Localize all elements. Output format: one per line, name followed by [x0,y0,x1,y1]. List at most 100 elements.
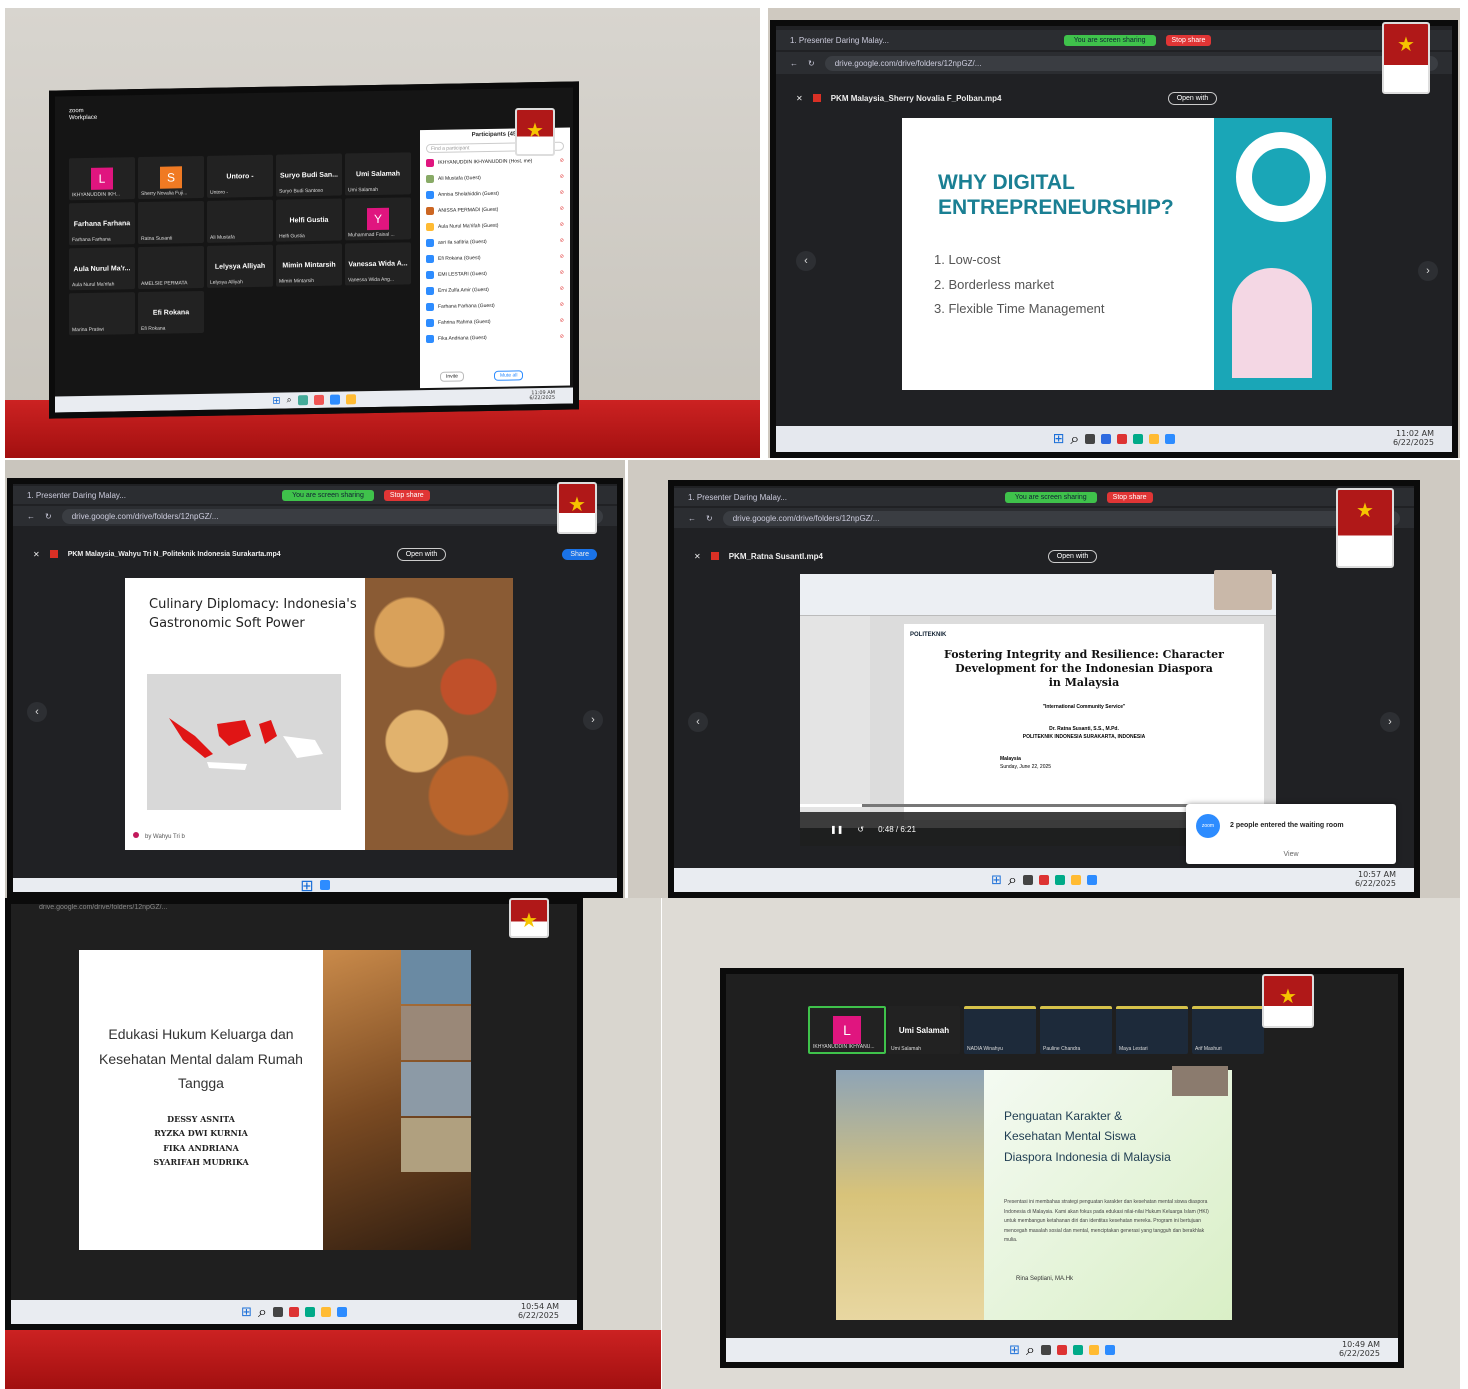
next-arrow-icon[interactable]: › [1380,712,1400,732]
close-icon[interactable]: ✕ [33,550,40,559]
app-icon[interactable] [1056,1345,1067,1355]
open-with-button[interactable]: Open with [396,547,447,561]
reload-icon[interactable]: ↻ [706,514,713,523]
windows-start-icon[interactable]: ⊞ [991,873,1002,888]
mic-muted-icon[interactable]: ⊘ [560,190,564,196]
mic-muted-icon[interactable]: ⊘ [560,286,564,292]
folder-icon[interactable] [1070,875,1081,885]
windows-start-icon[interactable]: ⊞ [272,395,280,406]
mic-muted-icon[interactable]: ⊘ [560,238,564,244]
prev-arrow-icon[interactable]: ‹ [688,712,708,732]
app-icon[interactable] [1085,434,1096,444]
open-with-button[interactable]: Open with [1047,549,1098,563]
mic-muted-icon[interactable]: ⊘ [560,270,564,276]
participant-tile[interactable]: NADIA Winahyu [964,1006,1036,1054]
zoom-icon[interactable] [1165,434,1176,444]
url-field[interactable]: drive.google.com/drive/folders/12npGZ/..… [722,510,1400,526]
search-icon[interactable]: ⌕ [1070,429,1079,449]
participant-tile[interactable]: AMELSIE PERMATA [138,245,204,290]
app-icon[interactable] [313,394,324,406]
pause-icon[interactable]: ❚❚ [830,825,843,834]
close-icon[interactable]: ✕ [694,552,701,561]
stop-share-button[interactable]: Stop share [1106,491,1153,503]
mic-muted-icon[interactable]: ⊘ [560,302,564,308]
zoom-icon[interactable] [319,880,330,890]
zoom-icon[interactable] [336,1307,347,1317]
zoom-icon[interactable] [1086,875,1097,885]
windows-start-icon[interactable]: ⊞ [1009,1343,1020,1358]
search-icon[interactable]: ⌕ [1026,1340,1035,1360]
stop-share-button[interactable]: Stop share [1165,34,1212,46]
app-icon[interactable] [1040,1345,1051,1355]
participant-tile[interactable]: Arif Mashuri [1192,1006,1264,1054]
participant-tile[interactable]: Y Muhammad Faisal ... [345,197,411,241]
participant-tile[interactable]: Lelysya Alliyah Lelysya Alliyah [207,244,273,288]
waiting-view-button[interactable]: View [1186,851,1396,858]
browser-tab[interactable]: 1. Presenter Daring Malay... [27,491,126,500]
back-icon[interactable]: ← [790,59,798,68]
participant-tile[interactable]: Marina Pratiwi [69,292,135,336]
folder-icon[interactable] [345,394,356,405]
browser-tab[interactable]: 1. Presenter Daring Malay... [790,36,889,45]
edge-icon[interactable] [1133,434,1144,444]
participant-tile[interactable]: Aula Nurul Ma'r... Aula Nurul Ma'rifah [69,247,135,291]
zoom-icon[interactable] [1104,1345,1115,1355]
folder-icon[interactable] [320,1307,331,1317]
app-icon[interactable] [297,395,308,406]
mute-all-button[interactable]: Mute all [493,370,524,381]
participant-tile[interactable]: L IKHYANUDDIN IKH... [69,157,135,201]
mic-muted-icon[interactable]: ⊘ [560,206,564,212]
participant-tile[interactable]: Pauline Chandra [1040,1006,1112,1054]
participant-tile[interactable]: Suryo Budi San... Suryo Budi Santoso [276,153,342,197]
folder-icon[interactable] [1149,434,1160,444]
url-field[interactable]: drive.google.com/drive/folders/12npGZ/..… [61,508,603,524]
folder-icon[interactable] [1088,1345,1099,1355]
reload-icon[interactable]: ↻ [808,59,815,68]
participant-tile[interactable]: Untoro - Untoro - [207,154,273,198]
invite-button[interactable]: Invite [440,371,464,382]
participant-tile[interactable]: Mimin Mintarsih Mimin Mintarsih [276,243,342,287]
app-icon[interactable] [288,1307,299,1317]
participant-tile[interactable]: Farhana Farhana Farhana Farhana [69,202,135,246]
close-icon[interactable]: ✕ [796,94,803,103]
stop-share-button[interactable]: Stop share [383,489,430,501]
search-icon[interactable]: ⌕ [1008,870,1017,890]
url-field[interactable]: drive.google.com/drive/folders/12npGZ/..… [824,55,1438,71]
participant-tile[interactable]: Vanessa Wida A... Vanessa Wida Ang... [345,242,411,286]
mic-muted-icon[interactable]: ⊘ [560,158,564,164]
browser-tab[interactable]: 1. Presenter Daring Malay... [688,493,787,502]
app-icon[interactable] [1101,434,1112,444]
open-with-button[interactable]: Open with [1167,91,1218,105]
app-icon[interactable] [1117,434,1128,444]
app-icon[interactable] [272,1307,283,1317]
participant-tile[interactable]: Efi Rokana Efi Rokana [138,290,204,335]
prev-arrow-icon[interactable]: ‹ [796,251,816,271]
participant-tile[interactable]: Maya Lestari [1116,1006,1188,1054]
share-button[interactable]: Share [562,548,598,560]
participant-tile[interactable]: Helfi Gustia Helfi Gustia [276,198,342,242]
participant-tile[interactable]: Umi Salamah Umi Salamah [345,152,411,196]
search-icon[interactable]: ⌕ [258,1302,267,1322]
app-icon[interactable] [1038,875,1049,885]
back-icon[interactable]: ← [688,514,696,523]
edge-icon[interactable] [1054,875,1065,885]
mic-muted-icon[interactable]: ⊘ [560,222,564,228]
back-icon[interactable]: ← [27,512,35,521]
replay-icon[interactable]: ↺ [857,825,864,834]
windows-start-icon[interactable]: ⊞ [241,1305,252,1320]
search-icon[interactable]: ⌕ [287,395,292,405]
participant-row[interactable]: Fika Andriana (Guest) ⊘ [420,329,570,348]
next-arrow-icon[interactable]: › [1418,261,1438,281]
windows-start-icon[interactable]: ⊞ [300,876,313,893]
next-arrow-icon[interactable]: › [583,710,603,730]
participant-tile[interactable]: S Sherry Novalia Fuji... [138,155,204,200]
prev-arrow-icon[interactable]: ‹ [27,702,47,722]
mic-muted-icon[interactable]: ⊘ [560,334,564,340]
windows-start-icon[interactable]: ⊞ [1053,431,1065,447]
mic-muted-icon[interactable]: ⊘ [560,318,564,324]
zoom-icon[interactable] [329,394,340,405]
edge-icon[interactable] [1072,1345,1083,1355]
mic-muted-icon[interactable]: ⊘ [560,174,564,180]
mic-muted-icon[interactable]: ⊘ [560,254,564,260]
app-icon[interactable] [1022,875,1033,885]
